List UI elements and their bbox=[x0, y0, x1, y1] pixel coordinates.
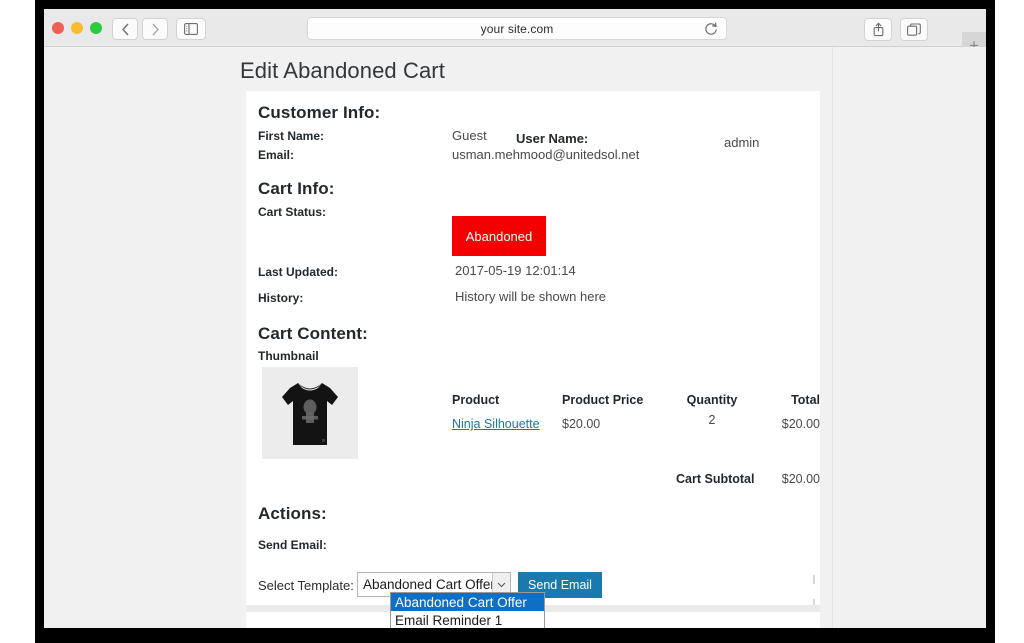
sidebar-toggle-wrapper bbox=[176, 18, 206, 40]
last-updated-row: Last Updated: 2017-05-19 12:01:14 bbox=[258, 262, 806, 289]
address-bar[interactable]: your site.com bbox=[307, 17, 727, 40]
window-frame-right bbox=[986, 0, 995, 637]
history-value: History will be shown here bbox=[455, 289, 607, 304]
history-row: History: History will be shown here bbox=[258, 289, 806, 314]
scrollbar-mark bbox=[813, 575, 815, 584]
close-window-button[interactable] bbox=[52, 22, 64, 34]
share-icon bbox=[873, 22, 883, 37]
first-name-row: First Name: Guest User Name: admin bbox=[258, 128, 806, 150]
browser-window: your site.com + Edit Abandoned Cart Cust… bbox=[44, 9, 986, 628]
actions-heading: Actions: bbox=[258, 504, 327, 523]
maximize-window-button[interactable] bbox=[90, 22, 102, 34]
sidebar-toggle-button[interactable] bbox=[176, 18, 206, 40]
black-tshirt-icon bbox=[262, 367, 358, 459]
navigation-buttons bbox=[112, 18, 168, 40]
chevron-right-icon bbox=[151, 23, 159, 35]
toolbar-right-buttons bbox=[864, 18, 928, 41]
email-label: Email: bbox=[258, 148, 295, 162]
reload-icon bbox=[705, 22, 717, 35]
screen: your site.com + Edit Abandoned Cart Cust… bbox=[0, 0, 1024, 643]
thumbnail-column-label: Thumbnail bbox=[258, 349, 319, 363]
column-header-product: Product bbox=[452, 393, 500, 407]
cart-subtotal-label: Cart Subtotal bbox=[676, 472, 755, 486]
column-header-product-price: Product Price bbox=[562, 393, 644, 407]
column-header-quantity: Quantity bbox=[686, 393, 738, 407]
forward-button[interactable] bbox=[142, 18, 168, 40]
page-scrollbar[interactable] bbox=[810, 47, 819, 628]
cart-content-heading: Cart Content: bbox=[258, 324, 368, 343]
window-controls bbox=[52, 22, 102, 34]
status-badge: Abandoned bbox=[452, 216, 546, 256]
page-right-divider bbox=[832, 47, 833, 628]
first-name-label: First Name: bbox=[258, 129, 325, 143]
share-button[interactable] bbox=[864, 18, 892, 41]
table-row-price-cell: $20.00 bbox=[562, 417, 601, 431]
chevron-down-glyph bbox=[497, 582, 506, 587]
template-dropdown-list[interactable]: Abandoned Cart Offer Email Reminder 1 Em… bbox=[390, 592, 545, 628]
window-frame-top bbox=[35, 0, 995, 9]
last-updated-value: 2017-05-19 12:01:14 bbox=[455, 263, 576, 278]
customer-info-heading: Customer Info: bbox=[258, 103, 381, 122]
template-select-value: Abandoned Cart Offer bbox=[363, 577, 495, 592]
table-row-product-cell: Ninja Silhouette bbox=[452, 417, 560, 431]
back-button[interactable] bbox=[112, 18, 138, 40]
minimize-window-button[interactable] bbox=[71, 22, 83, 34]
url-text: your site.com bbox=[480, 21, 554, 36]
product-thumbnail[interactable] bbox=[262, 367, 358, 459]
sidebar-toggle-icon bbox=[184, 23, 198, 35]
chevron-left-icon bbox=[121, 23, 129, 35]
last-updated-label: Last Updated: bbox=[258, 265, 339, 279]
cart-status-row: Cart Status: Abandoned bbox=[258, 204, 806, 262]
page-title: Edit Abandoned Cart bbox=[240, 58, 445, 83]
table-row-quantity-cell: 2 bbox=[708, 413, 716, 427]
show-tabs-button[interactable] bbox=[900, 18, 928, 41]
window-frame-bottom bbox=[35, 628, 995, 643]
window-frame-left bbox=[35, 0, 44, 637]
dropdown-option-abandoned-cart-offer[interactable]: Abandoned Cart Offer bbox=[391, 593, 544, 611]
browser-toolbar: your site.com + bbox=[44, 9, 986, 58]
edit-abandoned-cart-card: Customer Info: First Name: Guest User Na… bbox=[246, 91, 820, 628]
cart-items-table: Product Product Price Quantity Total Nin… bbox=[258, 367, 820, 492]
email-row: Email: usman.mehmood@unitedsol.net bbox=[258, 147, 806, 169]
email-value: usman.mehmood@unitedsol.net bbox=[452, 147, 640, 162]
user-name-label: User Name: bbox=[516, 131, 589, 146]
first-name-value: Guest bbox=[452, 128, 487, 143]
show-tabs-icon bbox=[907, 22, 921, 36]
dropdown-option-email-reminder-1[interactable]: Email Reminder 1 bbox=[391, 611, 544, 628]
cart-status-label: Cart Status: bbox=[258, 205, 327, 219]
select-template-label: Select Template: bbox=[258, 578, 354, 593]
page-viewport: Edit Abandoned Cart Customer Info: First… bbox=[44, 47, 986, 628]
history-label: History: bbox=[258, 291, 304, 305]
cart-info-heading: Cart Info: bbox=[258, 179, 335, 198]
product-link[interactable]: Ninja Silhouette bbox=[452, 417, 540, 431]
send-email-label: Send Email: bbox=[258, 538, 327, 552]
